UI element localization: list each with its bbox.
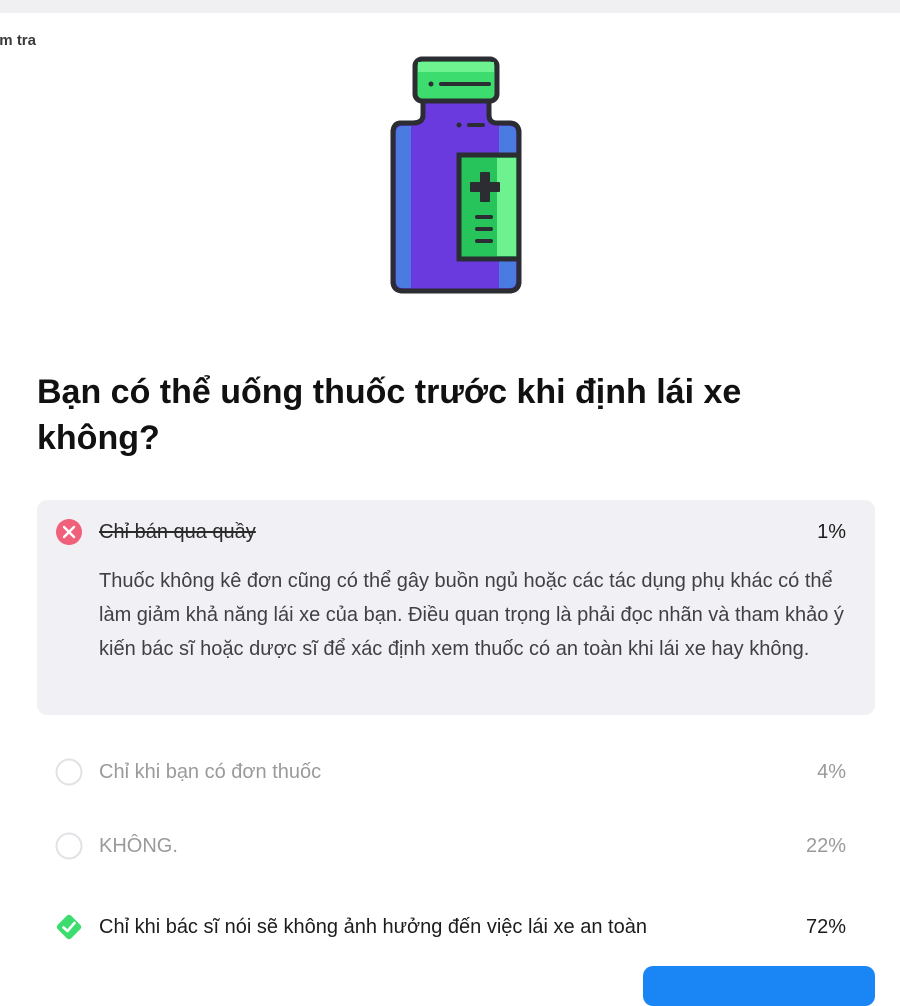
answer-percent: 4%: [817, 761, 846, 783]
answer-percent: 1%: [817, 521, 846, 543]
answer-option-3[interactable]: KHÔNG. 22%: [37, 789, 875, 863]
continue-button[interactable]: [643, 966, 875, 1006]
radio-unselected-icon: [55, 832, 83, 860]
breadcrumb[interactable]: Kiểm tra: [0, 32, 36, 49]
answer-option-1[interactable]: Chỉ bán qua quầy 1% Thuốc không kê đơn c…: [37, 500, 875, 715]
top-bar: [0, 0, 900, 13]
medicine-bottle-icon: [390, 56, 522, 294]
correct-check-icon: [56, 914, 82, 940]
answer-option-4[interactable]: Chỉ khi bác sĩ nói sẽ không ảnh hưởng đế…: [37, 863, 875, 945]
answer-label: Chỉ khi bạn có đơn thuốc: [99, 761, 322, 783]
answer-option-2[interactable]: Chỉ khi bạn có đơn thuốc 4%: [37, 715, 875, 789]
radio-unselected-icon: [55, 758, 83, 786]
answer-label: KHÔNG.: [99, 835, 178, 857]
answer-percent: 22%: [805, 835, 846, 857]
answer-explanation: Thuốc không kê đơn cũng có thể gây buồn …: [99, 570, 844, 660]
answer-percent: 72%: [805, 916, 846, 938]
question-title: Bạn có thể uống thuốc trước khi định lái…: [37, 373, 742, 457]
answer-label: Chỉ bán qua quầy: [99, 521, 256, 543]
answer-label: Chỉ khi bác sĩ nói sẽ không ảnh hưởng đế…: [99, 916, 647, 938]
incorrect-x-icon: [56, 519, 82, 545]
answer-list: Chỉ bán qua quầy 1% Thuốc không kê đơn c…: [37, 500, 875, 945]
